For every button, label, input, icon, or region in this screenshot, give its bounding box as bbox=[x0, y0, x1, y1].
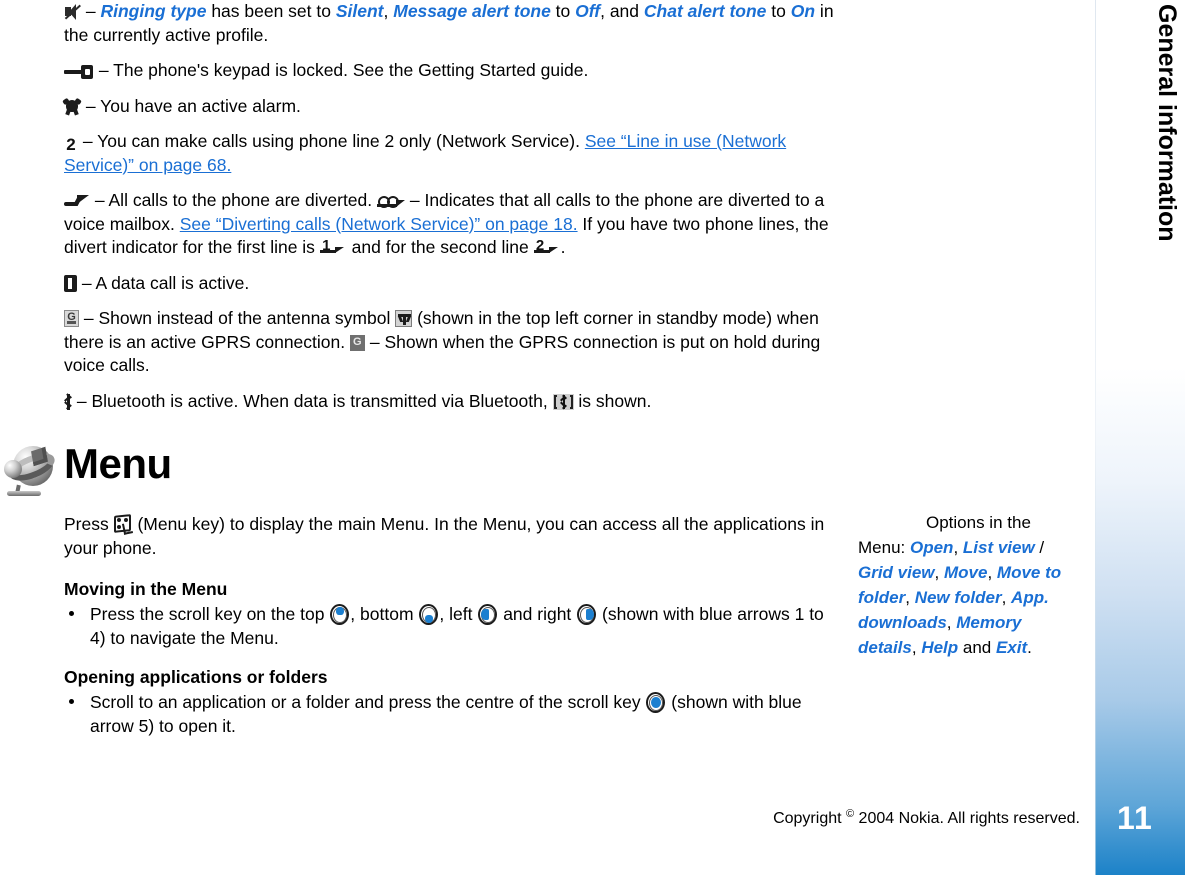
page-title: Menu bbox=[64, 440, 172, 487]
gprs-text-1: – Shown instead of the antenna symbol bbox=[83, 308, 396, 328]
keypad-lock-icon bbox=[64, 65, 94, 79]
option-grid-view: Grid view bbox=[858, 563, 935, 582]
menu-section-header: Menu bbox=[0, 440, 836, 506]
status-item-alarm: – You have an active alarm. bbox=[62, 95, 836, 119]
menu-intro-after: (Menu key) to display the main Menu. In … bbox=[64, 514, 825, 558]
scroll-key-right-icon bbox=[576, 604, 597, 625]
bluetooth-transmitting-icon bbox=[552, 393, 574, 410]
silent-text-4: , bbox=[383, 1, 394, 21]
scroll-key-left-icon bbox=[477, 604, 498, 625]
options-callout: Options in the Menu: Open, List view / G… bbox=[858, 510, 1080, 660]
status-item-call-divert: – All calls to the phone are diverted. –… bbox=[64, 189, 836, 260]
menu-key-icon bbox=[113, 514, 133, 535]
status-item-phone-line-2: 2 – You can make calls using phone line … bbox=[64, 130, 836, 177]
alarm-icon bbox=[62, 97, 82, 116]
keypad-lock-text: – The phone's keypad is locked. See the … bbox=[98, 60, 589, 80]
divert-text-4: and for the second line bbox=[346, 237, 534, 257]
copyright-post: 2004 Nokia. All rights reserved. bbox=[854, 810, 1080, 827]
heading-opening-applications: Opening applications or folders bbox=[64, 667, 328, 687]
list-item: Scroll to an application or a folder and… bbox=[64, 691, 836, 738]
silent-text-6: to bbox=[550, 1, 576, 21]
scroll-key-down-icon bbox=[418, 604, 439, 625]
option-list-view: List view bbox=[962, 538, 1035, 557]
manual-page: General information 11 – Ringing type ha… bbox=[0, 0, 1185, 875]
bullet-dot bbox=[69, 611, 74, 616]
status-item-bluetooth: – Bluetooth is active. When data is tran… bbox=[64, 390, 836, 414]
scroll-key-up-icon bbox=[329, 604, 350, 625]
menu-intro-paragraph: Press (Menu key) to display the main Men… bbox=[64, 513, 836, 560]
globe-menu-icon bbox=[3, 444, 59, 500]
chat-alert-tone: Chat alert tone bbox=[643, 1, 767, 21]
antenna-icon bbox=[395, 310, 413, 327]
page-number: 11 bbox=[1117, 800, 1153, 836]
divert-text-5: . bbox=[560, 237, 566, 257]
chapter-label: General information bbox=[1153, 4, 1181, 242]
status-item-silent-profile: – Ringing type has been set to Silent, M… bbox=[64, 0, 836, 47]
status-item-data-call: – A data call is active. bbox=[64, 272, 836, 296]
phone-line-2-icon: 2 bbox=[66, 135, 76, 154]
moving-in-menu-list: Press the scroll key on the top , bottom… bbox=[64, 603, 836, 650]
chat-alert-value: On bbox=[790, 1, 816, 21]
main-content: – Ringing type has been set to Silent, M… bbox=[62, 0, 836, 425]
divert-to-voice-mailbox-icon bbox=[377, 194, 405, 209]
silent-text-0: – bbox=[85, 1, 101, 21]
sep-10: . bbox=[1027, 638, 1032, 657]
status-item-keypad-lock: – The phone's keypad is locked. See the … bbox=[64, 59, 836, 83]
sep-8: , bbox=[911, 638, 922, 657]
bluetooth-text-2: is shown. bbox=[573, 390, 652, 411]
silent-text-8: , and bbox=[600, 1, 644, 21]
opening-applications-list: Scroll to an application or a folder and… bbox=[64, 691, 836, 738]
silent-value: Silent bbox=[335, 1, 384, 21]
call-divert-icon bbox=[64, 195, 90, 209]
moving-text-3: , left bbox=[439, 604, 478, 624]
sep-6: , bbox=[1001, 588, 1012, 607]
silent-text-10: to bbox=[766, 1, 791, 21]
opening-text-1: Scroll to an application or a folder and… bbox=[90, 692, 646, 712]
moving-text-4: and right bbox=[498, 604, 577, 624]
gprs-on-hold-icon: G bbox=[349, 334, 365, 351]
sep-9: and bbox=[958, 638, 996, 657]
option-move: Move bbox=[943, 563, 988, 582]
divert-line-2-icon: 2 bbox=[533, 238, 561, 256]
option-help: Help bbox=[921, 638, 959, 657]
sep-4: , bbox=[987, 563, 997, 582]
silent-profile-icon bbox=[64, 3, 82, 20]
copyright-notice: Copyright © 2004 Nokia. All rights reser… bbox=[0, 808, 1080, 828]
message-alert-tone: Message alert tone bbox=[393, 1, 551, 21]
data-call-icon bbox=[64, 274, 77, 292]
silent-ringing-type: Ringing type bbox=[100, 1, 207, 21]
heading-moving-in-menu: Moving in the Menu bbox=[64, 579, 228, 599]
alarm-text: – You have an active alarm. bbox=[85, 95, 301, 116]
sep-5: , bbox=[905, 588, 915, 607]
bullet-dot bbox=[69, 699, 74, 704]
status-item-gprs: G – Shown instead of the antenna symbol … bbox=[64, 307, 836, 378]
data-call-text: – A data call is active. bbox=[81, 272, 250, 293]
sep-2: / bbox=[1034, 538, 1045, 557]
silent-text-2: has been set to bbox=[206, 1, 336, 21]
bluetooth-text-1: – Bluetooth is active. When data is tran… bbox=[76, 390, 553, 411]
divert-text-1: – All calls to the phone are diverted. bbox=[94, 190, 377, 210]
menu-intro-before: Press bbox=[64, 514, 114, 534]
moving-text-1: Press the scroll key on the top bbox=[90, 604, 330, 624]
sep-1: , bbox=[953, 538, 963, 557]
bluetooth-active-icon bbox=[64, 392, 72, 410]
copyright-pre: Copyright bbox=[773, 810, 846, 827]
option-open: Open bbox=[909, 538, 954, 557]
scroll-key-centre-icon bbox=[645, 692, 666, 713]
list-item: Press the scroll key on the top , bottom… bbox=[64, 603, 836, 650]
sep-7: , bbox=[946, 613, 957, 632]
divert-line-1-icon: 1 bbox=[319, 238, 347, 256]
sep-3: , bbox=[934, 563, 944, 582]
message-alert-value: Off bbox=[575, 1, 601, 21]
copyright-symbol: © bbox=[846, 808, 855, 820]
gprs-active-icon: G bbox=[64, 310, 79, 327]
option-exit: Exit bbox=[995, 638, 1028, 657]
moving-text-2: , bottom bbox=[350, 604, 419, 624]
option-new-folder: New folder bbox=[914, 588, 1002, 607]
callout-arrow-icon bbox=[858, 512, 916, 528]
line2-text: – You can make calls using phone line 2 … bbox=[78, 131, 585, 151]
link-diverting-calls[interactable]: See “Diverting calls (Network Service)” … bbox=[180, 214, 578, 234]
menu-body: Press (Menu key) to display the main Men… bbox=[64, 513, 836, 752]
